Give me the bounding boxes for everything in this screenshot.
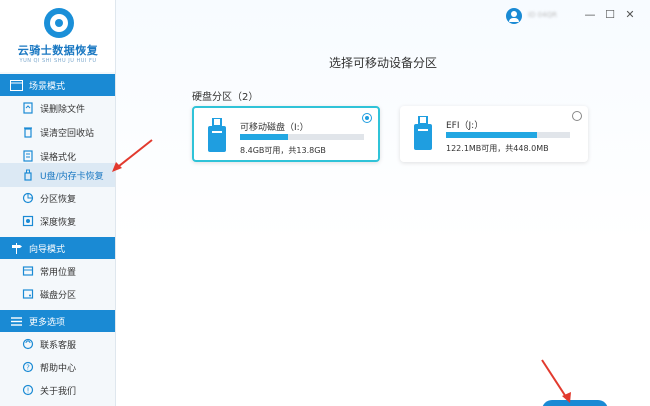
partition-usage-bar — [240, 134, 364, 140]
main-panel: ID 04QR — ☐ ✕ 选择可移动设备分区 硬盘分区（2） 可移动磁盘（I:… — [116, 0, 650, 406]
recycle-file-icon — [22, 102, 34, 114]
sidebar-item-empty-recycle-bin[interactable]: 误清空回收站 — [0, 120, 115, 144]
sidebar-item-label: 联系客服 — [40, 340, 77, 351]
section-label: 更多选项 — [29, 317, 66, 328]
sidebar-item-label: 分区恢复 — [40, 194, 77, 205]
logo-icon — [44, 8, 74, 38]
sidebar-item-label: 误格式化 — [40, 152, 77, 163]
usb-drive-icon — [414, 116, 432, 150]
location-icon — [22, 265, 34, 277]
app-logo: 云骑士数据恢复 YUN QI SHI SHU JU HUI FU — [0, 0, 115, 72]
section-label: 向导模式 — [29, 244, 66, 255]
partition-usage-bar — [446, 132, 570, 138]
partition-radio[interactable] — [572, 111, 582, 121]
sidebar-item-label: 误删除文件 — [40, 104, 86, 115]
window-controls: — ☐ ✕ — [576, 9, 636, 21]
partition-card-efi[interactable]: EFI（J:） 122.1MB可用，共448.0MB — [400, 106, 588, 162]
sidebar-item-label: 深度恢复 — [40, 217, 77, 228]
app-title: 云骑士数据恢复 — [17, 44, 99, 57]
format-icon — [22, 150, 34, 162]
sidebar-item-label: U盘/内存卡恢复 — [40, 171, 104, 182]
partition-icon — [22, 192, 34, 204]
minimize-button[interactable]: — — [584, 9, 596, 21]
sidebar-item-about-us[interactable]: ! 关于我们 — [0, 378, 115, 402]
disk-icon — [22, 288, 34, 300]
sidebar-item-help-center[interactable]: ? 帮助中心 — [0, 355, 115, 379]
partition-name: EFI（J:） — [446, 121, 484, 131]
menu-icon — [10, 316, 23, 327]
sidebar-item-label: 常用位置 — [40, 267, 77, 278]
deep-scan-icon — [22, 215, 34, 227]
window-icon — [10, 79, 23, 91]
trash-icon — [22, 126, 34, 138]
sidebar-item-label: 帮助中心 — [40, 363, 77, 374]
next-button[interactable] — [542, 400, 608, 406]
partition-group-label: 硬盘分区（2） — [192, 92, 259, 103]
sidebar-item-deep-recovery[interactable]: 深度恢复 — [0, 209, 115, 233]
partition-capacity: 8.4GB可用，共13.8GB — [240, 146, 326, 155]
partition-radio[interactable] — [362, 113, 372, 123]
user-name: ID 04QR — [528, 11, 557, 19]
sidebar-item-deleted-files[interactable]: 误删除文件 — [0, 96, 115, 120]
section-scene-mode[interactable]: 场景模式 — [0, 74, 115, 96]
sidebar: 云骑士数据恢复 YUN QI SHI SHU JU HUI FU 场景模式 误删… — [0, 0, 116, 406]
app-subtitle: YUN QI SHI SHU JU HUI FU — [19, 58, 97, 64]
maximize-button[interactable]: ☐ — [604, 9, 616, 21]
sidebar-item-label: 关于我们 — [40, 386, 77, 397]
info-icon: ! — [22, 384, 34, 396]
section-label: 场景模式 — [29, 81, 66, 92]
sidebar-item-contact-support[interactable]: 联系客服 — [0, 332, 115, 356]
section-more-options[interactable]: 更多选项 — [0, 310, 115, 332]
sidebar-item-partition-recovery[interactable]: 分区恢复 — [0, 186, 115, 210]
signpost-icon — [10, 242, 23, 254]
partition-card-removable-disk[interactable]: 可移动磁盘（I:） 8.4GB可用，共13.8GB — [192, 106, 380, 162]
svg-text:?: ? — [26, 364, 30, 372]
svg-text:!: ! — [27, 387, 30, 395]
section-wizard-mode[interactable]: 向导模式 — [0, 237, 115, 259]
partition-name: 可移动磁盘（I:） — [240, 123, 309, 133]
usb-card-icon — [22, 169, 34, 181]
sidebar-item-disk-partition[interactable]: 磁盘分区 — [0, 282, 115, 306]
close-button[interactable]: ✕ — [624, 9, 636, 21]
sidebar-item-usb-card-recovery[interactable]: U盘/内存卡恢复 — [0, 163, 115, 187]
headset-icon — [22, 338, 34, 350]
user-avatar-icon[interactable] — [506, 8, 522, 24]
partition-capacity: 122.1MB可用，共448.0MB — [446, 144, 549, 153]
page-title: 选择可移动设备分区 — [328, 56, 437, 70]
sidebar-item-common-locations[interactable]: 常用位置 — [0, 259, 115, 283]
sidebar-item-label: 误清空回收站 — [40, 128, 95, 139]
help-icon: ? — [22, 361, 34, 373]
usb-drive-icon — [208, 118, 226, 152]
sidebar-item-label: 磁盘分区 — [40, 290, 77, 301]
